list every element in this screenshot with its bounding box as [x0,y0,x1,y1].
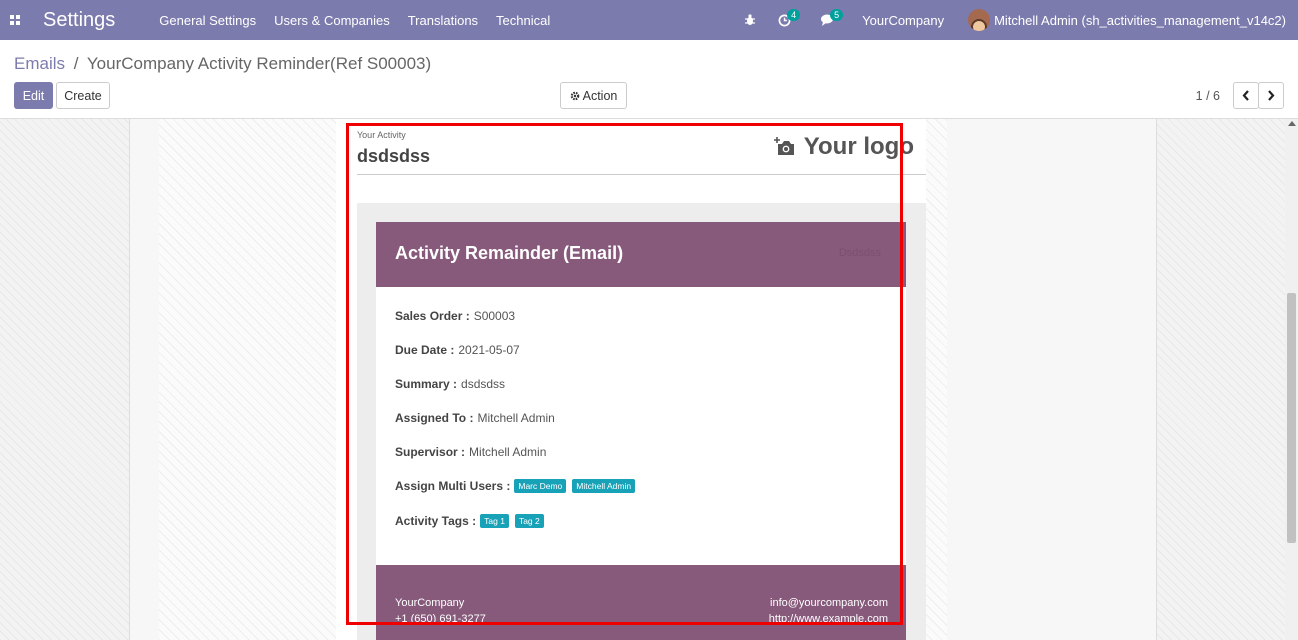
app-brand[interactable]: Settings [43,9,115,32]
create-button[interactable]: Create [56,82,110,109]
breadcrumb-current: YourCompany Activity Reminder(Ref S00003… [86,54,432,73]
menu-translations[interactable]: Translations [408,13,478,28]
apps-menu-icon[interactable] [1,0,29,40]
email-footer: YourCompany +1 (650) 691-3277 info@yourc… [376,565,906,640]
assigned-to-label: Assigned To : [395,411,474,425]
breadcrumb-emails-link[interactable]: Emails [14,54,65,73]
summary-row: Summary : dsdsdss [395,377,505,391]
email-body: Sales Order : S00003 Due Date : 2021-05-… [376,287,906,565]
summary-value: dsdsdss [461,377,506,391]
pager-value[interactable]: 1 / 6 [1196,89,1220,103]
menu-general-settings[interactable]: General Settings [159,13,256,28]
company-logo: Your logo [773,133,914,161]
menu-users-companies[interactable]: Users & Companies [274,13,390,28]
control-panel: Emails / YourCompany Activity Reminder(R… [0,40,1298,119]
footer-phone: +1 (650) 691-3277 [395,613,486,625]
user-menu[interactable]: Mitchell Admin (sh_activities_management… [994,13,1286,28]
activity-tags-label: Activity Tags : [395,514,477,528]
edit-button[interactable]: Edit [14,82,53,109]
breadcrumb: Emails / YourCompany Activity Reminder(R… [14,54,431,74]
due-date-value: 2021-05-07 [458,343,520,357]
doc-label: Your Activity [357,130,406,140]
gear-icon [570,91,579,100]
email-header: Activity Remainder (Email) Dsdsdss [376,222,906,287]
sales-order-value: S00003 [473,309,516,323]
pager-next-button[interactable] [1258,82,1284,109]
user-tag: Mitchell Admin [572,479,636,493]
email-preview-document: Your Activity dsdsdss Your logo Activity… [336,119,926,640]
activity-tags-row: Activity Tags : Tag 1 Tag 2 [395,514,546,528]
due-date-label: Due Date : [395,343,455,357]
due-date-row: Due Date : 2021-05-07 [395,343,520,357]
menu-technical[interactable]: Technical [496,13,550,28]
multi-users-label: Assign Multi Users : [395,479,511,493]
breadcrumb-separator: / [73,54,79,73]
supervisor-label: Supervisor : [395,445,466,459]
multi-users-row: Assign Multi Users : Marc Demo Mitchell … [395,479,637,493]
supervisor-row: Supervisor : Mitchell Admin [395,445,546,459]
sales-order-label: Sales Order : [395,309,470,323]
activity-count-badge: 4 [787,8,801,21]
top-navbar: Settings General Settings Users & Compan… [0,0,1298,40]
activity-clock-icon[interactable]: 4 [778,8,801,27]
chevron-right-icon [1268,90,1275,101]
vertical-scrollbar[interactable] [1285,119,1298,640]
supervisor-value: Mitchell Admin [469,445,547,459]
email-header-summary: Dsdsdss [838,247,881,259]
scroll-up-arrow-icon[interactable] [1288,121,1296,126]
email-header-title: Activity Remainder (Email) [395,243,624,263]
doc-title: dsdsdss [357,146,431,166]
footer-website[interactable]: http://www.example.com [769,611,888,627]
assigned-to-value: Mitchell Admin [477,411,555,425]
action-button[interactable]: Action [560,82,627,109]
sales-order-row: Sales Order : S00003 [395,309,515,323]
activity-tag: Tag 2 [514,514,544,528]
logo-text: Your logo [803,133,914,160]
messages-chat-icon[interactable]: 5 [821,8,844,27]
company-switcher[interactable]: YourCompany [862,13,944,28]
pager-previous-button[interactable] [1233,82,1259,109]
footer-company: YourCompany [395,597,465,609]
assigned-to-row: Assigned To : Mitchell Admin [395,411,555,425]
form-content-area: Your Activity dsdsdss Your logo Activity… [0,119,1298,640]
camera-plus-icon [773,137,794,155]
scrollbar-thumb[interactable] [1287,293,1296,543]
action-button-label: Action [582,88,618,103]
user-tag: Marc Demo [514,479,567,493]
email-container: Activity Remainder (Email) Dsdsdss Sales… [357,203,926,640]
activity-tag: Tag 1 [480,514,509,528]
footer-email[interactable]: info@yourcompany.com [769,595,888,611]
debug-bug-icon[interactable] [744,14,756,26]
summary-label: Summary : [395,377,458,391]
message-count-badge: 5 [830,8,844,21]
chevron-left-icon [1242,90,1249,101]
doc-divider [357,174,926,175]
user-avatar[interactable] [968,9,991,31]
